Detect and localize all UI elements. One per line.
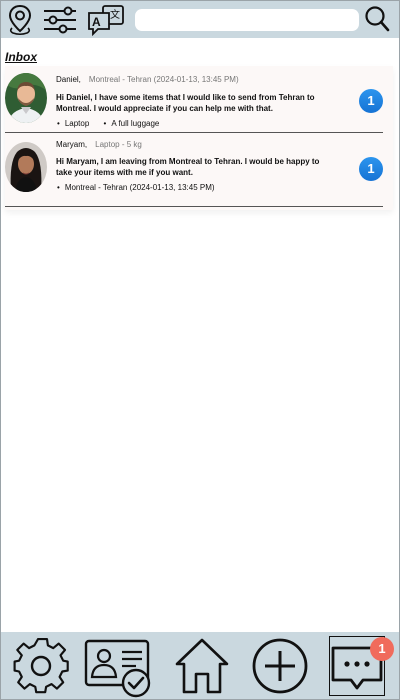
tag: A full luggage [104,119,159,128]
conversation-item-daniel[interactable]: Daniel, Montreal - Tehran (2024-01-13, 13… [5,66,383,133]
bottom-nav: 1 [1,632,399,699]
trip-route: Montreal - Tehran (2024-01-13, 13:45 PM) [88,75,239,84]
conversation-item-maryam[interactable]: Maryam, Laptop - 5 kg Hi Maryam, I am lea… [5,132,383,207]
messages-notification-badge: 1 [370,637,394,661]
svg-text:A: A [92,15,101,29]
conversation-list: Daniel, Montreal - Tehran (2024-01-13, 13… [5,66,393,210]
avatar [5,73,47,123]
message-preview: Hi Daniel, I have some items that I woul… [56,93,315,113]
home-icon[interactable] [173,636,231,696]
filter-sliders-icon[interactable] [42,4,78,36]
tag: Laptop [57,119,89,128]
item-tags: Laptop A full luggage [57,119,171,128]
profile-verified-icon[interactable] [84,636,154,698]
sender-name: Maryam, [56,140,88,149]
svg-text:文: 文 [110,8,120,21]
unread-count-badge: 1 [359,89,383,113]
tag: Montreal - Tehran (2024-01-13, 13:45 PM) [57,183,215,192]
message-preview: Hi Maryam, I am leaving from Montreal to… [56,157,320,177]
translate-icon[interactable]: A 文 [87,4,125,36]
unread-count-badge: 1 [359,157,383,181]
settings-icon[interactable] [12,636,70,696]
avatar [5,142,47,192]
item-tags: Montreal - Tehran (2024-01-13, 13:45 PM) [57,183,227,192]
conversation-meta: Maryam, Laptop - 5 kg [56,140,142,149]
page-title: Inbox [5,50,37,64]
inbox-screen: Inbox Daniel, Montreal - Tehran (2024-01-… [1,38,399,632]
top-bar: A 文 [1,1,399,38]
conversation-meta: Daniel, Montreal - Tehran (2024-01-13, 13… [56,75,239,84]
item-summary: Laptop - 5 kg [95,140,142,149]
location-icon[interactable] [7,4,33,36]
search-input[interactable] [135,9,359,31]
search-icon[interactable] [364,4,390,34]
sender-name: Daniel, [56,75,81,84]
add-icon[interactable] [251,636,309,696]
